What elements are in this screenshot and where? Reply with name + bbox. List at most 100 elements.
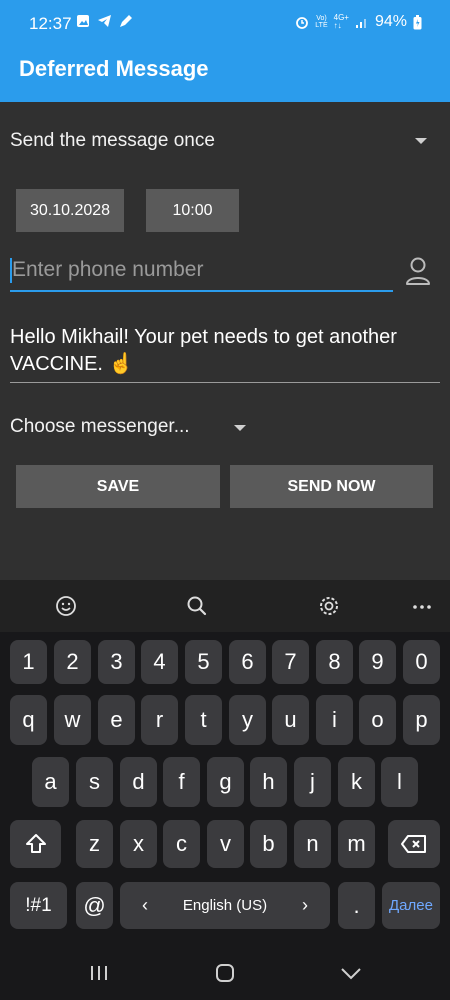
key-8[interactable]: 8: [316, 640, 353, 684]
key-label: n: [306, 831, 319, 856]
symbols-key[interactable]: !#1: [10, 882, 67, 929]
key-i[interactable]: i: [316, 695, 353, 745]
key-label: 9: [371, 649, 384, 674]
status-time: 12:37: [29, 14, 72, 33]
key-label: y: [242, 707, 253, 732]
language-label: English (US): [182, 897, 268, 914]
key-f[interactable]: f: [163, 757, 200, 807]
key-label: g: [219, 769, 232, 794]
key-label: 3: [110, 649, 123, 674]
key-c[interactable]: c: [163, 820, 200, 868]
key-label: @: [83, 893, 106, 918]
home-icon[interactable]: [214, 962, 236, 984]
volte-icon: Vo) LTE: [315, 15, 328, 29]
key-x[interactable]: x: [120, 820, 157, 868]
emoji-icon[interactable]: [50, 590, 82, 622]
recents-icon[interactable]: [88, 964, 110, 982]
key-label: m: [347, 831, 366, 856]
key-label: w: [64, 707, 81, 732]
key-label: d: [132, 769, 145, 794]
alarm-icon: [296, 17, 309, 29]
message-text: Hello Mikhail! Your pet needs to get ano…: [10, 326, 397, 375]
key-t[interactable]: t: [185, 695, 222, 745]
text-cursor: [10, 258, 12, 283]
key-p[interactable]: p: [403, 695, 440, 745]
back-icon[interactable]: [339, 966, 363, 982]
person-icon[interactable]: [404, 256, 432, 286]
key-v[interactable]: v: [207, 820, 244, 868]
key-s[interactable]: s: [76, 757, 113, 807]
key-4[interactable]: 4: [141, 640, 178, 684]
key-b[interactable]: b: [250, 820, 287, 868]
key-3[interactable]: 3: [98, 640, 135, 684]
space-key[interactable]: ‹ English (US) ›: [120, 882, 330, 929]
key-label: o: [371, 707, 384, 732]
time-button[interactable]: 10:00: [146, 189, 239, 232]
key-at[interactable]: @: [76, 882, 113, 929]
next-key[interactable]: Далее: [382, 882, 440, 929]
key-label: f: [178, 769, 185, 794]
key-e[interactable]: e: [98, 695, 135, 745]
message-field[interactable]: Hello Mikhail! Your pet needs to get ano…: [10, 324, 440, 383]
key-5[interactable]: 5: [185, 640, 222, 684]
key-y[interactable]: y: [229, 695, 266, 745]
key-n[interactable]: n: [294, 820, 331, 868]
key-label: p: [415, 707, 428, 732]
key-u[interactable]: u: [272, 695, 309, 745]
key-7[interactable]: 7: [272, 640, 309, 684]
key-6[interactable]: 6: [229, 640, 266, 684]
signal-bars-icon: [355, 19, 366, 28]
phone-number-field[interactable]: [10, 252, 393, 292]
messenger-spinner[interactable]: Choose messenger...: [10, 412, 260, 444]
key-2[interactable]: 2: [54, 640, 91, 684]
key-label: 1: [22, 649, 35, 674]
key-9[interactable]: 9: [359, 640, 396, 684]
status-bar: 12:37 Vo) LTE 4G+ ↑↓ 94%: [0, 0, 450, 48]
key-label: .: [353, 893, 360, 918]
key-l[interactable]: l: [381, 757, 418, 807]
chevron-right-icon: ›: [302, 895, 308, 915]
key-k[interactable]: k: [338, 757, 375, 807]
key-1[interactable]: 1: [10, 640, 47, 684]
key-label: s: [89, 769, 100, 794]
app-title: Deferred Message: [19, 56, 209, 81]
chevron-down-icon: [415, 138, 427, 144]
key-d[interactable]: d: [120, 757, 157, 807]
key-o[interactable]: o: [359, 695, 396, 745]
backspace-icon: [401, 835, 426, 853]
main-content: Send the message once 30.10.2028 10:00 H…: [0, 102, 450, 580]
key-label: e: [110, 707, 123, 732]
key-g[interactable]: g: [207, 757, 244, 807]
key-label: 4: [153, 649, 166, 674]
shift-icon: [25, 834, 46, 853]
key-label: 7: [284, 649, 297, 674]
signal-4g-icon: 4G+ ↑↓: [333, 13, 349, 30]
key-q[interactable]: q: [10, 695, 47, 745]
key-a[interactable]: a: [32, 757, 69, 807]
key-w[interactable]: w: [54, 695, 91, 745]
period-key[interactable]: .: [338, 882, 375, 929]
key-label: k: [351, 769, 362, 794]
chevron-left-icon: ‹: [142, 895, 148, 915]
key-h[interactable]: h: [250, 757, 287, 807]
key-0[interactable]: 0: [403, 640, 440, 684]
key-label: c: [176, 831, 187, 856]
search-icon[interactable]: [181, 590, 213, 622]
chevron-down-icon: [234, 425, 246, 431]
key-z[interactable]: z: [76, 820, 113, 868]
battery-percent: 94%: [374, 13, 407, 30]
key-label: 5: [197, 649, 210, 674]
key-m[interactable]: m: [338, 820, 375, 868]
key-j[interactable]: j: [294, 757, 331, 807]
key-r[interactable]: r: [141, 695, 178, 745]
send-now-button[interactable]: SEND NOW: [230, 465, 433, 508]
shift-key[interactable]: [10, 820, 61, 868]
date-button[interactable]: 30.10.2028: [16, 189, 124, 232]
key-label: q: [22, 707, 35, 732]
frequency-spinner[interactable]: Send the message once: [10, 126, 440, 158]
settings-icon[interactable]: [313, 590, 345, 622]
backspace-key[interactable]: [388, 820, 440, 868]
more-icon[interactable]: [406, 590, 438, 622]
save-button[interactable]: SAVE: [16, 465, 220, 508]
phone-number-input[interactable]: [12, 252, 387, 288]
